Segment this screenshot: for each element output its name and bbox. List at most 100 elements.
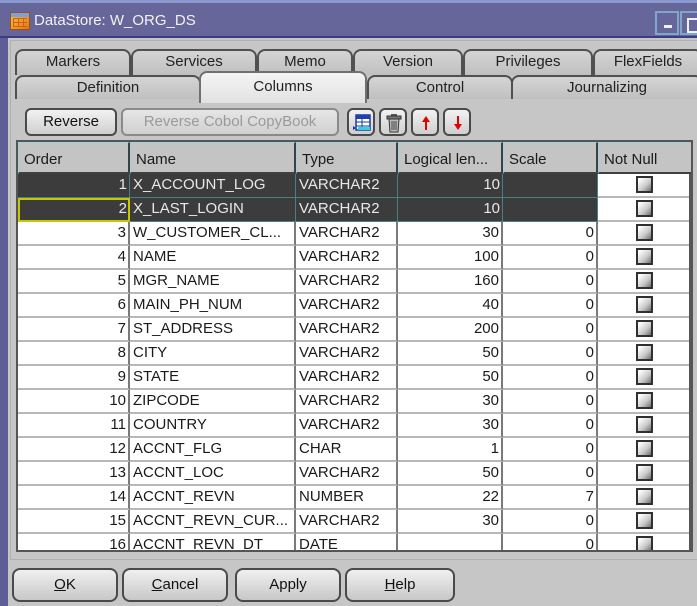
cell-name[interactable]: CITY xyxy=(130,342,296,366)
table-row[interactable]: 6 MAIN_PH_NUM VARCHAR2 40 0 xyxy=(18,294,691,318)
cell-scale[interactable]: 0 xyxy=(503,318,598,342)
cell-type[interactable]: VARCHAR2 xyxy=(296,510,398,534)
cell-name[interactable]: MAIN_PH_NUM xyxy=(130,294,296,318)
table-row[interactable]: 3 W_CUSTOMER_CL... VARCHAR2 30 0 xyxy=(18,222,691,246)
cell-logical-length[interactable]: 50 xyxy=(398,462,503,486)
move-up-button[interactable] xyxy=(411,108,439,136)
column-header-type[interactable]: Type xyxy=(296,142,398,174)
cell-scale[interactable]: 0 xyxy=(503,270,598,294)
cell-scale[interactable]: 0 xyxy=(503,510,598,534)
cell-scale[interactable]: 0 xyxy=(503,342,598,366)
cell-type[interactable]: VARCHAR2 xyxy=(296,414,398,438)
table-row[interactable]: 16 ACCNT_REVN_DT DATE 0 xyxy=(18,534,691,550)
cell-name[interactable]: STATE xyxy=(130,366,296,390)
not-null-checkbox[interactable] xyxy=(636,176,653,193)
cell-name[interactable]: ACCNT_FLG xyxy=(130,438,296,462)
cell-type[interactable]: VARCHAR2 xyxy=(296,246,398,270)
cell-scale[interactable]: 0 xyxy=(503,294,598,318)
cell-name[interactable]: X_LAST_LOGIN xyxy=(130,198,296,222)
cell-order[interactable]: 6 xyxy=(18,294,130,318)
cell-type[interactable]: NUMBER xyxy=(296,486,398,510)
cell-type[interactable]: VARCHAR2 xyxy=(296,366,398,390)
column-header-name[interactable]: Name xyxy=(130,142,296,174)
not-null-checkbox[interactable] xyxy=(636,392,653,409)
column-header-not-null[interactable]: Not Null xyxy=(598,142,691,174)
not-null-checkbox[interactable] xyxy=(636,320,653,337)
cell-type[interactable]: VARCHAR2 xyxy=(296,198,398,222)
add-column-button[interactable] xyxy=(347,108,375,136)
not-null-checkbox[interactable] xyxy=(636,536,653,550)
cell-scale[interactable]: 0 xyxy=(503,414,598,438)
cell-logical-length[interactable]: 40 xyxy=(398,294,503,318)
tab-journalizing[interactable]: Journalizing xyxy=(511,75,697,99)
table-row[interactable]: 4 NAME VARCHAR2 100 0 xyxy=(18,246,691,270)
not-null-checkbox[interactable] xyxy=(636,416,653,433)
cell-scale[interactable] xyxy=(503,198,598,222)
cell-order[interactable]: 7 xyxy=(18,318,130,342)
cell-scale[interactable]: 0 xyxy=(503,222,598,246)
not-null-checkbox[interactable] xyxy=(636,368,653,385)
tab-columns[interactable]: Columns xyxy=(199,71,367,103)
cancel-button[interactable]: Cancel xyxy=(122,568,228,602)
maximize-icon[interactable] xyxy=(680,11,697,35)
cell-order[interactable]: 14 xyxy=(18,486,130,510)
cell-name[interactable]: ST_ADDRESS xyxy=(130,318,296,342)
cell-logical-length[interactable]: 10 xyxy=(398,198,503,222)
cell-order[interactable]: 13 xyxy=(18,462,130,486)
cell-logical-length[interactable]: 22 xyxy=(398,486,503,510)
delete-column-button[interactable] xyxy=(379,108,407,136)
column-header-logical-length[interactable]: Logical len... xyxy=(398,142,503,174)
table-row[interactable]: 9 STATE VARCHAR2 50 0 xyxy=(18,366,691,390)
apply-button[interactable]: Apply xyxy=(235,568,341,602)
cell-type[interactable]: VARCHAR2 xyxy=(296,270,398,294)
cell-type[interactable]: CHAR xyxy=(296,438,398,462)
not-null-checkbox[interactable] xyxy=(636,272,653,289)
cell-name[interactable]: MGR_NAME xyxy=(130,270,296,294)
help-button[interactable]: Help xyxy=(345,568,455,602)
table-row[interactable]: 8 CITY VARCHAR2 50 0 xyxy=(18,342,691,366)
cell-logical-length[interactable]: 1 xyxy=(398,438,503,462)
cell-name[interactable]: ACCNT_REVN_DT xyxy=(130,534,296,550)
not-null-checkbox[interactable] xyxy=(636,200,653,217)
table-row[interactable]: 14 ACCNT_REVN NUMBER 22 7 xyxy=(18,486,691,510)
table-row[interactable]: 2 X_LAST_LOGIN VARCHAR2 10 xyxy=(18,198,691,222)
cell-logical-length[interactable]: 160 xyxy=(398,270,503,294)
table-row[interactable]: 1 X_ACCOUNT_LOG VARCHAR2 10 xyxy=(18,174,691,198)
cell-name[interactable]: ZIPCODE xyxy=(130,390,296,414)
cell-logical-length[interactable]: 50 xyxy=(398,366,503,390)
not-null-checkbox[interactable] xyxy=(636,488,653,505)
cell-logical-length[interactable]: 30 xyxy=(398,222,503,246)
cell-order[interactable]: 2 xyxy=(18,198,130,222)
cell-type[interactable]: VARCHAR2 xyxy=(296,342,398,366)
tab-control[interactable]: Control xyxy=(367,75,513,99)
tab-flexfields[interactable]: FlexFields xyxy=(593,49,697,75)
cell-name[interactable]: X_ACCOUNT_LOG xyxy=(130,174,296,198)
cell-order[interactable]: 15 xyxy=(18,510,130,534)
cell-name[interactable]: ACCNT_REVN xyxy=(130,486,296,510)
cell-logical-length[interactable]: 50 xyxy=(398,342,503,366)
column-header-scale[interactable]: Scale xyxy=(503,142,598,174)
minimize-icon[interactable] xyxy=(655,11,679,35)
cell-type[interactable]: VARCHAR2 xyxy=(296,462,398,486)
cell-type[interactable]: VARCHAR2 xyxy=(296,294,398,318)
cell-name[interactable]: NAME xyxy=(130,246,296,270)
ok-button[interactable]: OK xyxy=(12,568,118,602)
cell-type[interactable]: DATE xyxy=(296,534,398,550)
cell-order[interactable]: 8 xyxy=(18,342,130,366)
cell-order[interactable]: 4 xyxy=(18,246,130,270)
not-null-checkbox[interactable] xyxy=(636,464,653,481)
cell-scale[interactable]: 0 xyxy=(503,438,598,462)
column-header-order[interactable]: Order xyxy=(18,142,130,174)
cell-type[interactable]: VARCHAR2 xyxy=(296,222,398,246)
cell-name[interactable]: COUNTRY xyxy=(130,414,296,438)
cell-order[interactable]: 16 xyxy=(18,534,130,550)
cell-type[interactable]: VARCHAR2 xyxy=(296,174,398,198)
cell-scale[interactable]: 0 xyxy=(503,246,598,270)
cell-name[interactable]: W_CUSTOMER_CL... xyxy=(130,222,296,246)
cell-type[interactable]: VARCHAR2 xyxy=(296,318,398,342)
tab-definition[interactable]: Definition xyxy=(15,75,201,99)
cell-logical-length[interactable]: 30 xyxy=(398,414,503,438)
cell-order[interactable]: 12 xyxy=(18,438,130,462)
cell-logical-length[interactable]: 200 xyxy=(398,318,503,342)
cell-order[interactable]: 9 xyxy=(18,366,130,390)
